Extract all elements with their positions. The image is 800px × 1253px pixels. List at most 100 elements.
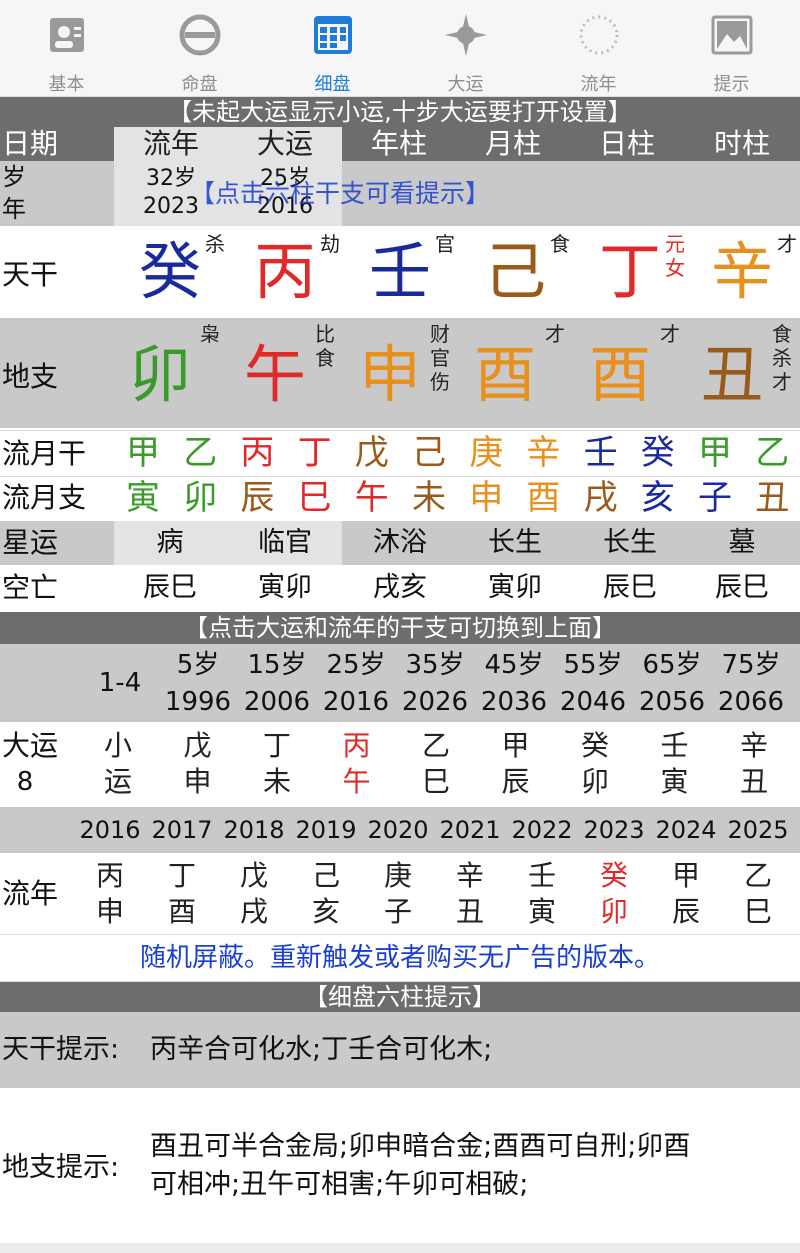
dayun-gan[interactable]: 癸 bbox=[565, 728, 625, 764]
liunian-gan[interactable]: 戊 bbox=[224, 858, 284, 894]
liuyue-char[interactable]: 丙 bbox=[229, 433, 285, 473]
liuyue-char[interactable]: 申 bbox=[458, 478, 514, 518]
liuyue-char[interactable]: 戌 bbox=[573, 478, 629, 518]
dayun-zhi[interactable]: 卯 bbox=[565, 764, 625, 800]
xingyun-value: 病 bbox=[156, 527, 184, 558]
dayun-zhi[interactable]: 午 bbox=[327, 764, 387, 800]
liuyue-char[interactable]: 壬 bbox=[573, 433, 629, 473]
dayun-zhi[interactable]: 巳 bbox=[406, 764, 466, 800]
liuyue-char[interactable]: 戊 bbox=[344, 433, 400, 473]
liunian-zhi[interactable]: 子 bbox=[368, 894, 428, 930]
liuyue-char[interactable]: 辰 bbox=[229, 478, 285, 518]
picture-icon bbox=[711, 15, 753, 55]
liuyue-char[interactable]: 卯 bbox=[172, 478, 228, 518]
liunian-year[interactable]: 2025 bbox=[722, 810, 794, 850]
ad-notice-link[interactable]: 随机屏蔽。重新触发或者购买无广告的版本。 bbox=[0, 934, 800, 982]
liunian-year[interactable]: 2018 bbox=[218, 810, 290, 850]
tiangan-char[interactable]: 辛 bbox=[697, 232, 787, 312]
liuyue-char[interactable]: 丑 bbox=[744, 478, 800, 518]
liunian-year[interactable]: 2017 bbox=[146, 810, 218, 850]
liuyue-char[interactable]: 甲 bbox=[115, 433, 171, 473]
liuyue-char[interactable]: 庚 bbox=[458, 433, 514, 473]
tiangan-char[interactable]: 丁 bbox=[585, 232, 675, 312]
dizhi-char[interactable]: 午 bbox=[230, 335, 320, 415]
dayun-zhi[interactable]: 运 bbox=[88, 764, 148, 800]
liunian-year[interactable]: 2020 bbox=[362, 810, 434, 850]
dotted-ring-icon bbox=[579, 15, 619, 55]
liunian-gan[interactable]: 己 bbox=[296, 858, 356, 894]
dizhi-char[interactable]: 卯 bbox=[115, 335, 205, 415]
dayun-gan[interactable]: 小 bbox=[88, 728, 148, 764]
liuyue-char[interactable]: 辛 bbox=[515, 433, 571, 473]
liunian-year[interactable]: 2021 bbox=[434, 810, 506, 850]
liunian-gan[interactable]: 丙 bbox=[80, 858, 140, 894]
dayun-zhi[interactable]: 未 bbox=[247, 764, 307, 800]
tiangan-char[interactable]: 壬 bbox=[355, 232, 445, 312]
dayun-zhi[interactable]: 丑 bbox=[724, 764, 784, 800]
tab-dayun[interactable]: 大运 bbox=[399, 0, 532, 96]
xingyun-value: 沐浴 bbox=[373, 527, 427, 558]
liuyue-char[interactable]: 寅 bbox=[115, 478, 171, 518]
top-tab-bar: 基本 命盘 细盘 大运 流年 提示 bbox=[0, 0, 800, 97]
liunian-gan[interactable]: 壬 bbox=[512, 858, 572, 894]
liunian-gan[interactable]: 乙 bbox=[728, 858, 788, 894]
dayun-gan[interactable]: 辛 bbox=[724, 728, 784, 764]
liunian-gan[interactable]: 丁 bbox=[152, 858, 212, 894]
liunian-zhi[interactable]: 戌 bbox=[224, 894, 284, 930]
dayun-zhi[interactable]: 辰 bbox=[486, 764, 546, 800]
liuyue-char[interactable]: 巳 bbox=[287, 478, 343, 518]
liunian-zhi[interactable]: 寅 bbox=[512, 894, 572, 930]
liunian-zhi[interactable]: 辰 bbox=[656, 894, 716, 930]
liunian-year[interactable]: 2022 bbox=[506, 810, 578, 850]
dayun-gan[interactable]: 戊 bbox=[168, 728, 228, 764]
liuyue-char[interactable]: 午 bbox=[344, 478, 400, 518]
liunian-zhi[interactable]: 卯 bbox=[584, 894, 644, 930]
tiangan-label: 天干 bbox=[2, 258, 59, 291]
liunian-year[interactable]: 2016 bbox=[74, 810, 146, 850]
dayun-gan[interactable]: 壬 bbox=[645, 728, 705, 764]
tiangan-char[interactable]: 丙 bbox=[240, 232, 330, 312]
dayun-zhi[interactable]: 申 bbox=[168, 764, 228, 800]
dayun-gan[interactable]: 乙 bbox=[406, 728, 466, 764]
liuyue-char[interactable]: 子 bbox=[687, 478, 743, 518]
liuyue-char[interactable]: 酉 bbox=[515, 478, 571, 518]
liuyue-char[interactable]: 乙 bbox=[172, 433, 228, 473]
dizhi-char[interactable]: 丑 bbox=[687, 335, 777, 415]
liunian-gan[interactable]: 庚 bbox=[368, 858, 428, 894]
dizhi-char[interactable]: 酉 bbox=[460, 335, 550, 415]
tab-liunian[interactable]: 流年 bbox=[532, 0, 665, 96]
liunian-zhi[interactable]: 申 bbox=[80, 894, 140, 930]
tab-tishi[interactable]: 提示 bbox=[665, 0, 798, 96]
liunian-year[interactable]: 2023 bbox=[578, 810, 650, 850]
liuyue-char[interactable]: 丁 bbox=[287, 433, 343, 473]
liunian-zhi[interactable]: 酉 bbox=[152, 894, 212, 930]
tiangan-char[interactable]: 己 bbox=[470, 232, 560, 312]
liunian-gan[interactable]: 辛 bbox=[440, 858, 500, 894]
liuyue-char[interactable]: 未 bbox=[401, 478, 457, 518]
dizhi-char[interactable]: 申 bbox=[345, 335, 435, 415]
bottom-edge bbox=[0, 1243, 800, 1253]
liuyue-char[interactable]: 甲 bbox=[687, 433, 743, 473]
dayun-gan[interactable]: 丁 bbox=[247, 728, 307, 764]
tiangan-char[interactable]: 癸 bbox=[125, 232, 215, 312]
liuyue-char[interactable]: 己 bbox=[401, 433, 457, 473]
tab-basic[interactable]: 基本 bbox=[0, 0, 133, 96]
liunian-zhi[interactable]: 丑 bbox=[440, 894, 500, 930]
dayun-gan[interactable]: 甲 bbox=[486, 728, 546, 764]
liuyue-char[interactable]: 乙 bbox=[744, 433, 800, 473]
dayun-gan[interactable]: 丙 bbox=[327, 728, 387, 764]
dayun-zhi[interactable]: 寅 bbox=[645, 764, 705, 800]
liunian-gan[interactable]: 甲 bbox=[656, 858, 716, 894]
liuyue-char[interactable]: 亥 bbox=[630, 478, 686, 518]
liunian-zhi[interactable]: 亥 bbox=[296, 894, 356, 930]
tab-mingpan[interactable]: 命盘 bbox=[133, 0, 266, 96]
dizhi-char[interactable]: 酉 bbox=[575, 335, 665, 415]
liunian-zhi[interactable]: 巳 bbox=[728, 894, 788, 930]
liunian-year[interactable]: 2019 bbox=[290, 810, 362, 850]
liunian-year[interactable]: 2024 bbox=[650, 810, 722, 850]
tab-xipan[interactable]: 细盘 bbox=[266, 0, 399, 96]
liuyue-char[interactable]: 癸 bbox=[630, 433, 686, 473]
dayun-age: 65岁 bbox=[642, 650, 702, 680]
liunian-gan[interactable]: 癸 bbox=[584, 858, 644, 894]
dayun-age: 35岁 bbox=[405, 650, 465, 680]
